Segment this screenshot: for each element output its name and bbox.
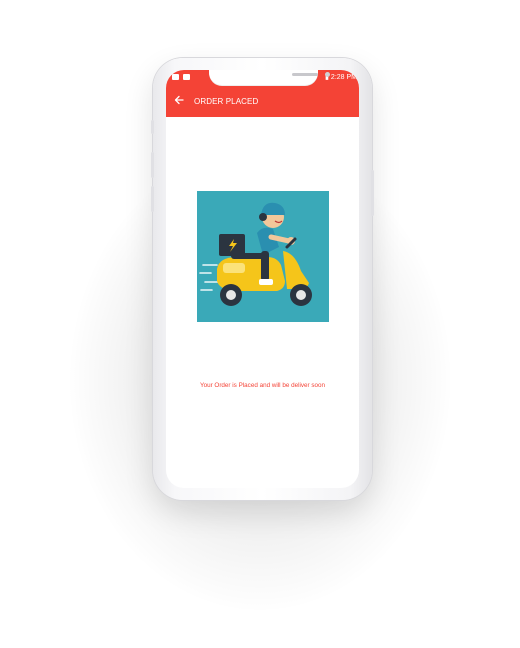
page-title: ORDER PLACED: [194, 97, 259, 106]
side-button: [151, 186, 154, 212]
speaker: [292, 73, 318, 76]
side-button: [371, 170, 374, 216]
notification-icon: [172, 74, 179, 80]
image-icon: [183, 74, 190, 80]
notch: [209, 70, 330, 85]
delivery-scooter-illustration: [197, 191, 329, 322]
phone-screen: ▮ 2:28 PM ORDER PLACED Your Order is Pla…: [166, 70, 359, 488]
arrow-left-icon: [174, 95, 184, 105]
status-icons-left: [172, 74, 190, 80]
side-button: [151, 152, 154, 178]
back-button[interactable]: [174, 95, 184, 108]
side-button: [151, 120, 154, 134]
front-camera: [325, 72, 330, 77]
status-time: 2:28 PM: [330, 74, 357, 81]
order-placed-message: Your Order is Placed and will be deliver…: [199, 382, 326, 389]
